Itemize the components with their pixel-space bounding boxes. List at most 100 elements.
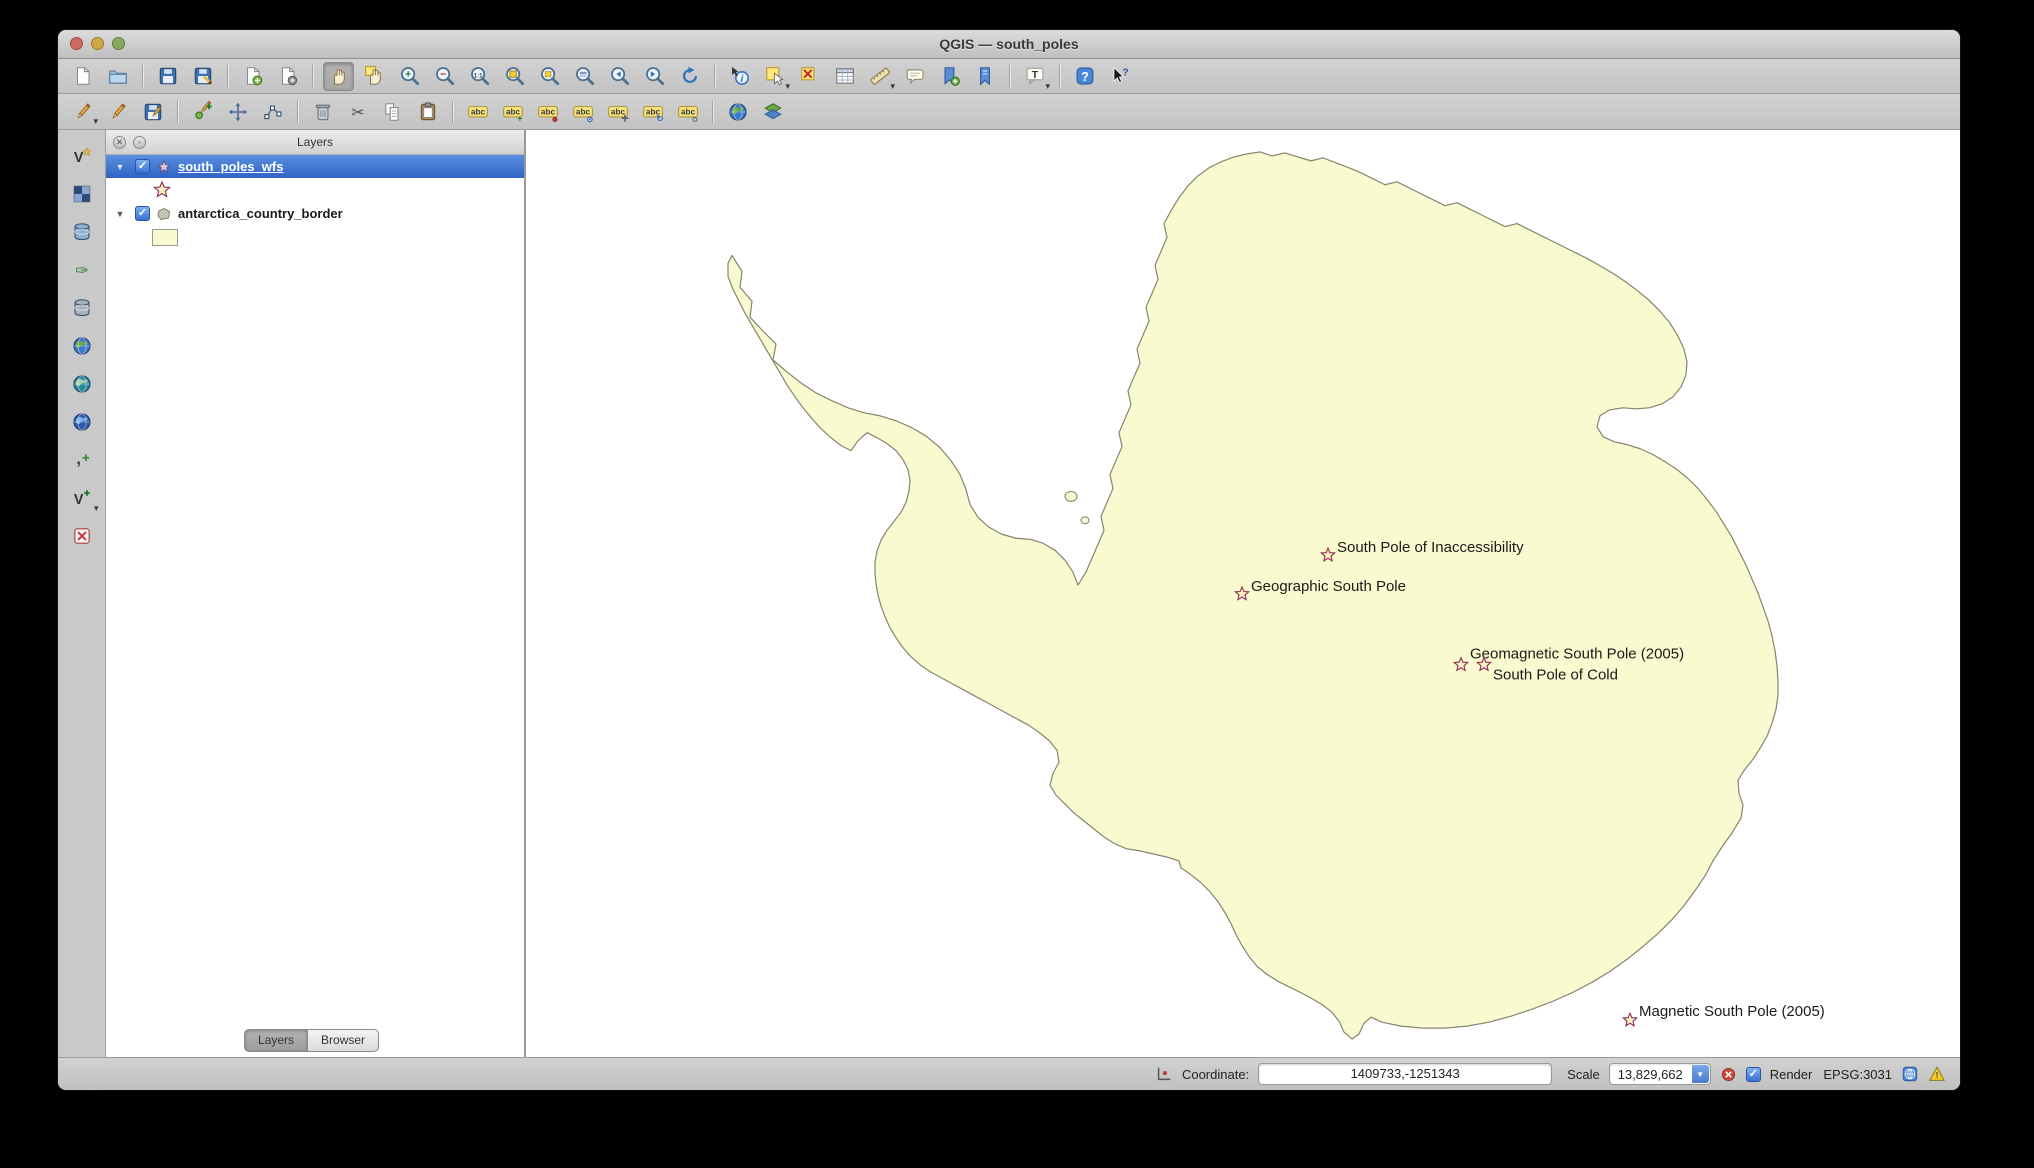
node-tool-button[interactable] xyxy=(258,98,287,125)
ruler-icon xyxy=(869,65,891,87)
titlebar[interactable]: QGIS — south_poles xyxy=(58,30,1960,59)
add-mssql-layer-button[interactable] xyxy=(66,294,98,322)
scale-combo[interactable]: 13,829,662 ▼ xyxy=(1608,1063,1711,1085)
pan-map-button[interactable] xyxy=(323,61,354,91)
add-feature-button[interactable] xyxy=(188,98,217,125)
open-attribute-table-button[interactable] xyxy=(830,63,859,90)
zoom-button[interactable] xyxy=(112,37,125,50)
add-postgis-layer-button[interactable] xyxy=(66,218,98,246)
save-project-button[interactable] xyxy=(153,63,182,90)
disclosure-triangle-icon[interactable]: ▼ xyxy=(114,209,126,219)
toggle-editing-button[interactable] xyxy=(103,98,132,125)
annotation-icon: T xyxy=(1024,65,1046,87)
layer-visibility-checkbox[interactable]: ✓ xyxy=(135,159,150,174)
zoom-in-button[interactable]: + xyxy=(395,63,424,90)
add-wms-layer-button[interactable] xyxy=(66,332,98,360)
save-project-as-button[interactable] xyxy=(188,63,217,90)
label-add-button[interactable]: abc + xyxy=(498,98,527,125)
measure-line-button[interactable]: ▾ xyxy=(865,63,895,91)
whats-this-icon: ? xyxy=(1109,65,1131,87)
refresh-map-button[interactable] xyxy=(675,63,704,90)
label-properties-button[interactable]: abc xyxy=(673,98,702,125)
zoom-next-button[interactable] xyxy=(640,63,669,90)
zoom-last-button[interactable] xyxy=(605,63,634,90)
close-button[interactable] xyxy=(70,37,83,50)
label-pin-button[interactable]: abc xyxy=(533,98,562,125)
move-feature-button[interactable] xyxy=(223,98,252,125)
log-messages-icon[interactable]: ! xyxy=(1928,1065,1946,1083)
select-features-button[interactable]: ▾ xyxy=(760,63,790,91)
table-icon xyxy=(834,65,856,87)
label-rotate-button[interactable]: abc ↻ xyxy=(638,98,667,125)
add-wcs-layer-button[interactable] xyxy=(66,370,98,398)
dropdown-caret-icon: ▾ xyxy=(93,503,99,513)
new-shapefile-layer-button[interactable]: V ▾ xyxy=(66,484,99,513)
crs-status-icon[interactable] xyxy=(1901,1065,1919,1083)
minimize-button[interactable] xyxy=(91,37,104,50)
zoom-to-layer-button[interactable] xyxy=(570,63,599,90)
scale-combo-arrow-icon[interactable]: ▼ xyxy=(1691,1065,1709,1083)
layer-visibility-checkbox[interactable]: ✓ xyxy=(135,206,150,221)
openstreetmap-button[interactable] xyxy=(723,98,752,125)
disclosure-triangle-icon[interactable]: ▼ xyxy=(114,162,126,172)
toolbar-separator xyxy=(712,100,713,123)
show-bookmarks-button[interactable] xyxy=(970,63,999,90)
add-delimited-text-layer-button[interactable]: , xyxy=(66,446,98,474)
whats-this-button[interactable]: ? xyxy=(1105,63,1134,90)
delete-selected-button[interactable] xyxy=(308,98,337,125)
add-raster-layer-button[interactable] xyxy=(66,180,98,208)
globe-blue-icon xyxy=(71,411,93,433)
toolbar-separator xyxy=(1059,65,1060,87)
zoom-out-button[interactable]: − xyxy=(430,63,459,90)
new-bookmark-button[interactable] xyxy=(935,63,964,90)
svg-text:abc: abc xyxy=(470,107,485,116)
refresh-icon xyxy=(679,65,701,87)
map-point-star-icon xyxy=(1621,1011,1639,1028)
label-move-button[interactable]: abc ✛ xyxy=(603,98,632,125)
stop-render-icon[interactable] xyxy=(1720,1066,1737,1083)
layer-row-antarctica_country_border[interactable]: ▼ ✓ antarctica_country_border xyxy=(106,202,524,225)
zoom-full-extent-button[interactable] xyxy=(500,63,529,90)
open-project-button[interactable] xyxy=(103,63,132,90)
text-annotation-button[interactable]: T ▾ xyxy=(1020,63,1050,91)
mag-next-icon xyxy=(644,65,666,87)
remove-layer-button[interactable] xyxy=(66,522,98,550)
panel-tab-layers[interactable]: Layers xyxy=(244,1029,309,1052)
toolbar-separator xyxy=(452,100,453,123)
map-tips-button[interactable] xyxy=(900,63,929,90)
composer-manager-icon xyxy=(277,65,299,87)
map-canvas[interactable]: South Pole of Inaccessibility Geographic … xyxy=(526,130,1960,1057)
add-vector-layer-button[interactable]: V xyxy=(66,142,98,170)
current-edits-button[interactable]: ▾ xyxy=(68,98,98,126)
layer-order-button[interactable] xyxy=(758,98,787,125)
paste-features-button[interactable] xyxy=(413,98,442,125)
composer-manager-button[interactable] xyxy=(273,63,302,90)
labeling-button[interactable]: abc xyxy=(463,98,492,125)
abc-rotate-icon: abc ↻ xyxy=(642,101,664,123)
pan-to-selection-button[interactable] xyxy=(360,63,389,90)
map-point-label: South Pole of Cold xyxy=(1493,667,1618,684)
help-contents-button[interactable]: ? xyxy=(1070,63,1099,90)
layer-row-south_poles_wfs[interactable]: ▼ ✓ south_poles_wfs xyxy=(106,155,524,178)
help-icon: ? xyxy=(1074,65,1096,87)
toolbar-separator xyxy=(177,100,178,123)
copy-features-button[interactable] xyxy=(378,98,407,125)
abc-pin-icon: abc xyxy=(537,101,559,123)
save-layer-edits-button[interactable] xyxy=(138,98,167,125)
add-spatialite-layer-button[interactable]: ✑ xyxy=(66,256,98,284)
render-checkbox[interactable]: ✓ xyxy=(1745,1066,1761,1082)
new-print-composer-button[interactable] xyxy=(238,63,267,90)
coordinate-input[interactable]: 1409733,-1251343 xyxy=(1258,1063,1553,1085)
cut-features-button[interactable]: ✂ xyxy=(343,98,372,125)
toolbar-separator xyxy=(227,65,228,87)
mag-full-icon xyxy=(504,65,526,87)
add-wfs-layer-button[interactable] xyxy=(66,408,98,436)
label-show-hide-button[interactable]: abc xyxy=(568,98,597,125)
deselect-features-button[interactable] xyxy=(795,63,824,90)
zoom-to-selection-button[interactable] xyxy=(535,63,564,90)
dropdown-caret-icon: ▾ xyxy=(785,80,790,91)
new-project-button[interactable] xyxy=(68,63,97,90)
panel-tab-browser[interactable]: Browser xyxy=(308,1029,380,1052)
zoom-actual-size-button[interactable]: 1:1 xyxy=(465,63,494,90)
identify-features-button[interactable]: i xyxy=(725,63,754,90)
